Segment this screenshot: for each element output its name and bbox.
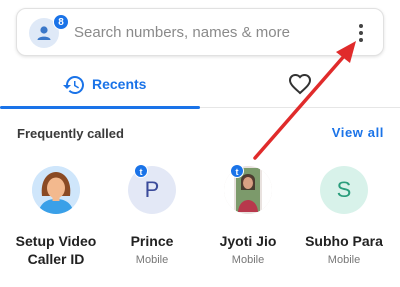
contact-number-type: Mobile <box>135 254 169 266</box>
view-all-link[interactable]: View all <box>332 125 384 140</box>
contact-avatar: S <box>320 166 368 214</box>
truecaller-badge-icon: t <box>134 164 148 178</box>
active-tab-indicator <box>0 106 200 109</box>
contact-name: Subho Para <box>305 233 383 249</box>
truecaller-badge-icon: t <box>230 164 244 178</box>
search-bar[interactable]: 8 Search numbers, names & more <box>16 8 384 56</box>
contact-name: Prince <box>130 233 174 249</box>
profile-avatar-button[interactable]: 8 <box>29 14 69 48</box>
illustration-avatar <box>32 166 80 214</box>
contact-name: Jyoti Jio <box>219 233 277 249</box>
contact-item[interactable]: Setup Video Caller ID <box>8 160 104 280</box>
contact-name: Setup Video Caller ID <box>15 233 97 267</box>
search-input[interactable]: Search numbers, names & more <box>74 24 290 41</box>
contact-item[interactable]: t Jyoti Jio Mobile <box>200 160 296 280</box>
avatar-initial: S <box>336 177 352 202</box>
kebab-menu-icon[interactable] <box>357 23 365 43</box>
history-icon <box>63 76 84 94</box>
tab-bar: Recents <box>0 64 400 109</box>
contact-item[interactable]: S Subho Para Mobile <box>296 160 392 280</box>
section-title: Frequently called <box>17 126 124 141</box>
tab-favorites[interactable] <box>200 64 400 108</box>
contact-number-type: Mobile <box>327 254 361 266</box>
contact-item[interactable]: t P Prince Mobile <box>104 160 200 280</box>
heart-outline-icon <box>288 73 312 95</box>
person-icon <box>37 26 51 40</box>
tab-recents[interactable]: Recents <box>0 64 200 109</box>
notification-count-badge: 8 <box>53 14 69 30</box>
tab-recents-label: Recents <box>92 76 147 92</box>
contact-number-type: Mobile <box>231 254 265 266</box>
